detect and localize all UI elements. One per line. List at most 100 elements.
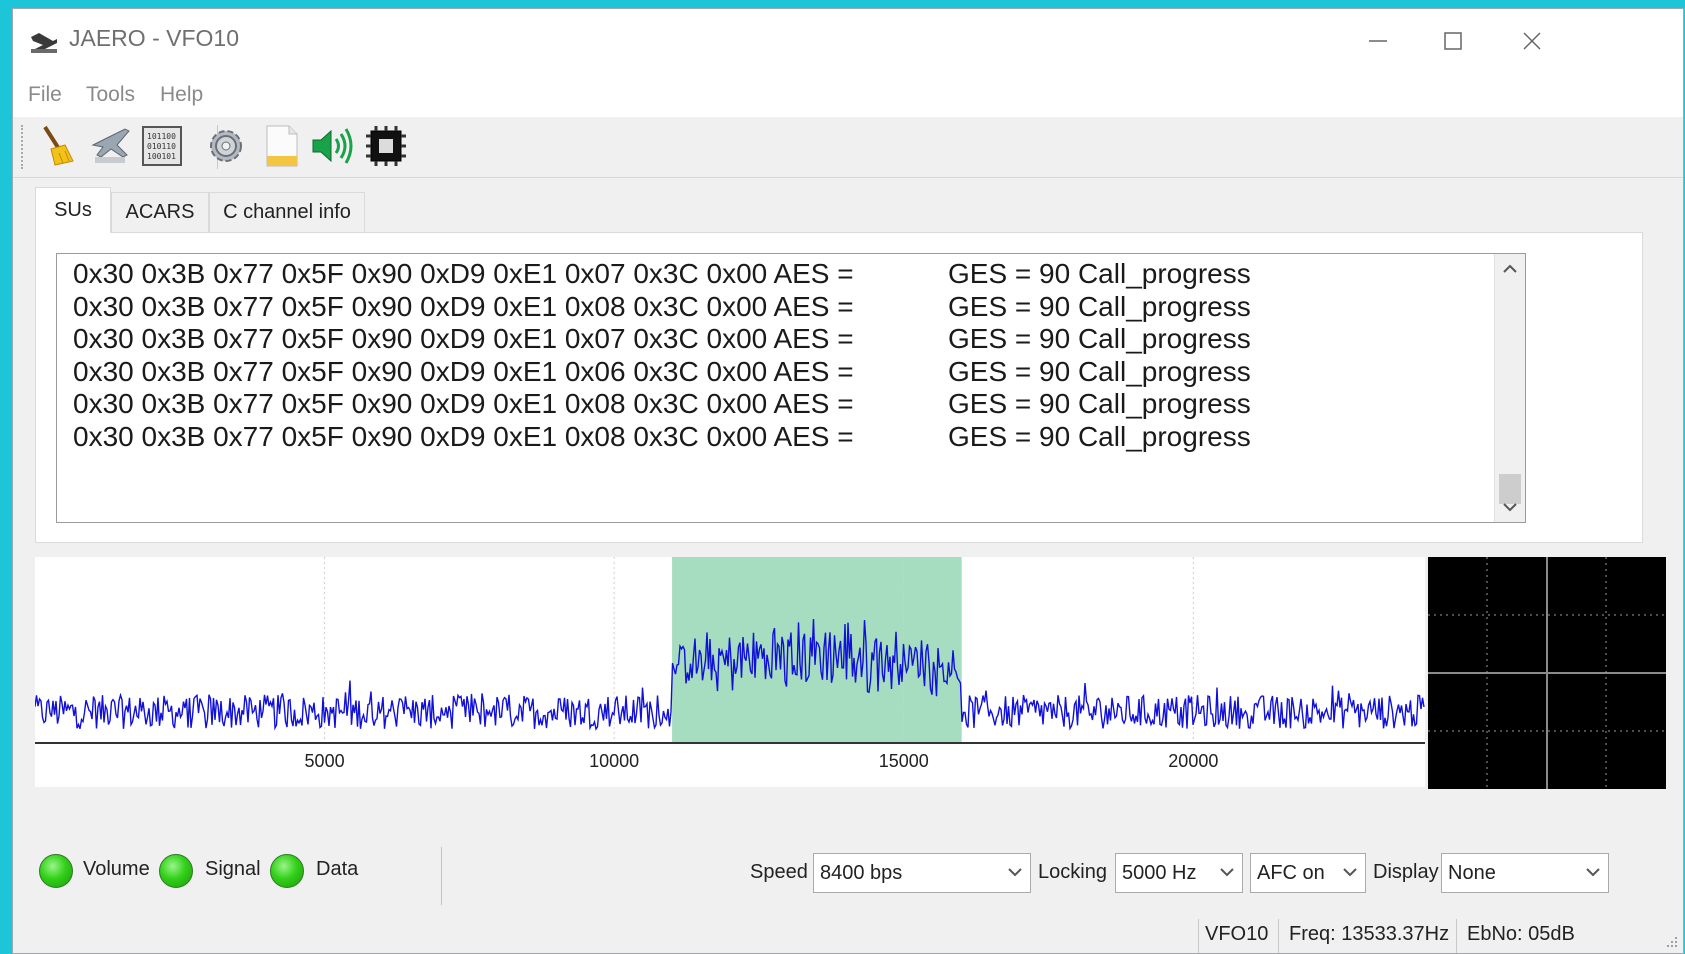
display-value: None (1448, 861, 1496, 884)
title-bar: JAERO - VFO10 (13, 9, 1683, 73)
binary-data-icon: 101100 010110 100101 (142, 126, 182, 166)
audio-output-button[interactable] (309, 123, 355, 169)
binary-view-button[interactable]: 101100 010110 100101 (139, 123, 185, 169)
message-hex: 0x30 0x3B 0x77 0x5F 0x90 0xD9 0xE1 0x08 … (73, 420, 854, 452)
status-ebno: EbNo: 05dB (1467, 923, 1575, 945)
settings-button[interactable] (203, 123, 249, 169)
message-line: 0x30 0x3B 0x77 0x5F 0x90 0xD9 0xE1 0x08 … (73, 388, 1251, 422)
message-ges: GES = 90 Call_progress (948, 420, 1251, 452)
plane-icon (91, 128, 130, 163)
resize-grip-icon[interactable] (1665, 935, 1679, 949)
signal-label: Signal (205, 858, 261, 880)
status-separator (1198, 919, 1199, 953)
menu-tools[interactable]: Tools (86, 83, 135, 107)
display-label: Display (1373, 861, 1439, 883)
status-vfo: VFO10 (1205, 923, 1269, 945)
volume-label: Volume (83, 858, 150, 880)
menu-bar: File Tools Help (13, 73, 1683, 117)
spectrum-tick-label: 15000 (879, 751, 929, 771)
chevron-down-icon (1008, 868, 1022, 877)
menu-help[interactable]: Help (160, 83, 203, 107)
tab-sus[interactable]: SUs (35, 187, 111, 233)
message-output[interactable]: 0x30 0x3B 0x77 0x5F 0x90 0xD9 0xE1 0x07 … (56, 253, 1526, 523)
svg-text:101100: 101100 (147, 132, 176, 141)
minimize-icon (1369, 40, 1387, 42)
clear-button[interactable] (35, 123, 81, 169)
app-window: JAERO - VFO10 File Tools Help 101100 010… (12, 8, 1684, 954)
speed-value: 8400 bps (820, 861, 903, 884)
message-hex: 0x30 0x3B 0x77 0x5F 0x90 0xD9 0xE1 0x07 … (73, 258, 854, 289)
toolbar: 101100 010110 100101 (13, 117, 1683, 178)
chevron-down-icon (1503, 503, 1517, 512)
scroll-up-button[interactable] (1495, 254, 1525, 282)
chevron-down-icon (1586, 868, 1600, 877)
status-separator (1456, 919, 1457, 953)
indicator-separator (441, 847, 442, 905)
message-line: 0x30 0x3B 0x77 0x5F 0x90 0xD9 0xE1 0x07 … (73, 258, 1251, 292)
message-line: 0x30 0x3B 0x77 0x5F 0x90 0xD9 0xE1 0x08 … (73, 290, 1251, 325)
message-ges: GES = 90 Call_progress (948, 258, 1251, 289)
message-ges: GES = 90 Call_progress (948, 388, 1251, 419)
menu-file[interactable]: File (28, 83, 62, 107)
speed-label: Speed (750, 861, 808, 883)
speaker-icon (312, 128, 353, 164)
locking-select[interactable]: 5000 Hz (1115, 853, 1243, 893)
log-file-icon (266, 125, 298, 167)
vertical-scrollbar[interactable] (1494, 254, 1525, 522)
message-hex: 0x30 0x3B 0x77 0x5F 0x90 0xD9 0xE1 0x06 … (73, 355, 854, 387)
message-hex: 0x30 0x3B 0x77 0x5F 0x90 0xD9 0xE1 0x07 … (73, 323, 854, 354)
locking-value: 5000 Hz (1122, 861, 1197, 884)
plane-log-button[interactable] (87, 123, 133, 169)
spectrum-plot: 5000 10000 15000 20000 (34, 557, 1425, 771)
message-hex: 0x30 0x3B 0x77 0x5F 0x90 0xD9 0xE1 0x08 … (73, 388, 854, 419)
volume-indicator (39, 854, 73, 888)
svg-text:010110: 010110 (147, 142, 176, 151)
status-frequency: Freq: 13533.37Hz (1289, 923, 1450, 945)
signal-band[interactable] (672, 557, 962, 743)
status-bar: VFO10 Freq: 13533.37Hz EbNo: 05dB (13, 917, 1683, 953)
chevron-down-icon (1220, 868, 1234, 877)
scroll-down-button[interactable] (1495, 494, 1525, 522)
maximize-button[interactable] (1418, 21, 1488, 61)
constellation-display (1428, 557, 1666, 789)
status-separator (1278, 919, 1279, 953)
toolbar-grip[interactable] (21, 125, 27, 169)
speed-select[interactable]: 8400 bps (813, 853, 1031, 893)
spectrum-tick-label: 10000 (589, 751, 639, 771)
signal-indicator (159, 854, 193, 888)
minimize-button[interactable] (1343, 21, 1413, 61)
data-label: Data (316, 858, 359, 880)
svg-text:100101: 100101 (147, 152, 176, 161)
maximize-icon (1444, 32, 1462, 50)
message-line: 0x30 0x3B 0x77 0x5F 0x90 0xD9 0xE1 0x06 … (73, 355, 1251, 390)
tab-acars[interactable]: ACARS (111, 192, 209, 232)
message-hex: 0x30 0x3B 0x77 0x5F 0x90 0xD9 0xE1 0x08 … (73, 290, 854, 322)
app-icon (31, 33, 57, 53)
message-line: 0x30 0x3B 0x77 0x5F 0x90 0xD9 0xE1 0x07 … (73, 323, 1251, 357)
locking-label: Locking (1038, 861, 1107, 883)
constellation-plot (1428, 557, 1666, 789)
close-button[interactable] (1497, 21, 1567, 61)
data-indicator (270, 854, 304, 888)
spectrum-tick-label: 20000 (1168, 751, 1218, 771)
spectrum-tick-label: 5000 (305, 751, 345, 771)
gear-icon (210, 130, 242, 162)
afc-value: AFC on (1257, 861, 1325, 884)
message-ges: GES = 90 Call_progress (948, 290, 1251, 322)
tab-c-channel-info[interactable]: C channel info (209, 192, 365, 232)
message-line: 0x30 0x3B 0x77 0x5F 0x90 0xD9 0xE1 0x08 … (73, 420, 1251, 455)
chevron-up-icon (1503, 264, 1517, 273)
afc-select[interactable]: AFC on (1250, 853, 1366, 893)
broom-icon (43, 125, 74, 166)
display-select[interactable]: None (1441, 853, 1609, 893)
message-ges: GES = 90 Call_progress (948, 355, 1251, 387)
window-title: JAERO - VFO10 (69, 25, 239, 51)
tab-panel-sus: 0x30 0x3B 0x77 0x5F 0x90 0xD9 0xE1 0x07 … (35, 232, 1643, 543)
chip-icon (366, 126, 406, 166)
message-ges: GES = 90 Call_progress (948, 323, 1251, 354)
chevron-down-icon (1343, 868, 1357, 877)
hardware-button[interactable] (363, 123, 409, 169)
log-file-button[interactable] (259, 123, 305, 169)
spectrum-display[interactable]: 5000 10000 15000 20000 (34, 557, 1425, 787)
close-icon (1523, 32, 1541, 50)
